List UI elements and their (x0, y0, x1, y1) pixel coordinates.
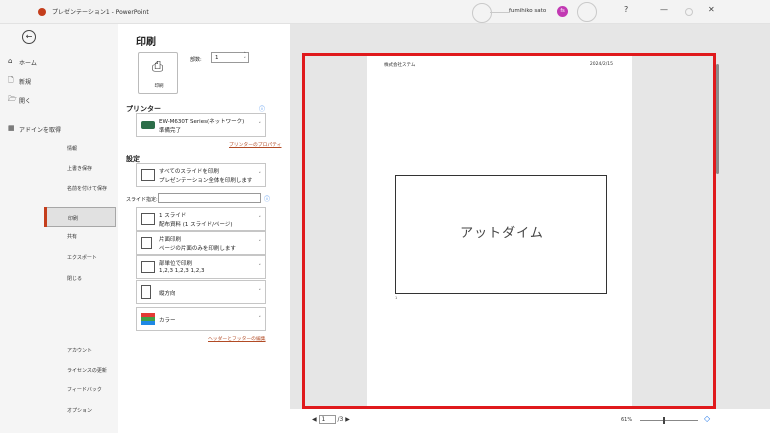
powerpoint-icon (38, 8, 46, 16)
sides-dropdown[interactable]: 片面印刷 ページの片面のみを印刷します ˅ (136, 231, 266, 255)
collate-icon (141, 261, 155, 273)
user-name[interactable]: fumihiko sato (509, 8, 546, 14)
page-title: 印刷 (136, 37, 156, 48)
nav-item-options[interactable]: オプション (67, 407, 92, 414)
collate-dropdown[interactable]: 部単位で印刷 1,2,3 1,2,3 1,2,3 ˅ (136, 255, 266, 279)
collate-title: 部単位で印刷 (159, 261, 193, 267)
color-icon (141, 313, 155, 325)
chevron-down-icon: ˅ (258, 122, 262, 128)
next-page-icon[interactable]: ▶ (345, 416, 350, 423)
folder-icon: 🗁 (8, 95, 17, 103)
info-icon[interactable]: ⓘ (264, 194, 270, 203)
close-icon[interactable]: ✕ (708, 5, 715, 14)
nav-item-save-as[interactable]: 名前を付けて保存 (67, 185, 107, 192)
zoom-level: 61% (621, 417, 633, 423)
chevron-down-icon: ˅ (258, 264, 262, 270)
page-total: /3 (337, 416, 344, 423)
layout-icon (141, 213, 155, 225)
nav-item-save[interactable]: 上書き保存 (67, 165, 92, 172)
spin-arrows-icon[interactable]: ˄ ˅ (244, 53, 247, 63)
page-navigator: ◀ 1 /3 ▶ (312, 415, 350, 424)
page-input[interactable]: 1 (318, 415, 336, 424)
nav-item-export[interactable]: エクスポート (67, 254, 97, 261)
collate-desc: 1,2,3 1,2,3 1,2,3 (159, 268, 205, 274)
slides-label: スライド指定: (126, 197, 158, 203)
chevron-down-icon: ˅ (258, 172, 262, 178)
nav-item-info[interactable]: 情報 (67, 145, 77, 152)
title-decoration (490, 12, 510, 13)
printer-dropdown[interactable]: EW-M630T Series(ネットワーク) 準備完了 ˅ (136, 113, 266, 137)
prev-page-icon[interactable]: ◀ (312, 416, 317, 423)
fit-page-icon[interactable]: ◇ (704, 414, 710, 423)
nav-item-label: 新規 (19, 79, 32, 86)
orientation-dropdown[interactable]: 縦方向 ˅ (136, 280, 266, 304)
scrollbar-thumb[interactable] (716, 64, 719, 174)
copies-value: 1 (215, 55, 219, 61)
layout-desc: 配布資料 (1 スライド/ページ) (159, 222, 233, 228)
slides-input[interactable] (158, 193, 261, 203)
printer-properties-link[interactable]: プリンターのプロパティ (229, 141, 281, 148)
layout-title: 1 スライド (159, 213, 187, 219)
addins-icon: ▦ (8, 124, 15, 132)
nav-item-label: ホーム (19, 60, 37, 67)
nav-item-print[interactable]: 印刷 (44, 207, 116, 227)
highlight-box (302, 53, 716, 409)
nav-item-label: 開く (19, 98, 32, 105)
zoom-slider[interactable] (640, 420, 698, 421)
sides-title: 片面印刷 (159, 237, 182, 243)
portrait-icon (141, 285, 151, 299)
color-dropdown[interactable]: カラー ˅ (136, 307, 266, 331)
layout-dropdown[interactable]: 1 スライド 配布資料 (1 スライド/ページ) ˅ (136, 207, 266, 231)
print-button[interactable]: ⎙ 印刷 (138, 52, 178, 94)
printer-icon: ⎙ (152, 59, 164, 75)
slides-icon (141, 169, 155, 181)
printer-status: 準備完了 (159, 128, 182, 134)
back-button[interactable]: ← (22, 30, 36, 44)
print-range-title: すべてのスライドを印刷 (159, 169, 219, 175)
window-title: プレゼンテーション1 - PowerPoint (52, 9, 149, 16)
chevron-down-icon: ˅ (258, 216, 262, 222)
chevron-down-icon: ˅ (258, 240, 262, 246)
header-footer-link[interactable]: ヘッダーとフッターの編集 (208, 335, 266, 342)
home-icon: ⌂ (8, 57, 13, 65)
nav-item-share[interactable]: 共有 (67, 233, 77, 240)
title-decoration (685, 8, 693, 16)
color-value: カラー (159, 318, 176, 324)
nav-item-account[interactable]: アカウント (67, 347, 92, 354)
nav-item-label: アドインを取得 (19, 127, 62, 134)
print-range-dropdown[interactable]: すべてのスライドを印刷 プレゼンテーション全体を印刷します ˅ (136, 163, 266, 187)
nav-item-feedback[interactable]: フィードバック (67, 386, 102, 393)
preview-status-bar: ◀ 1 /3 ▶ 61% ◇ (290, 409, 770, 433)
print-button-label: 印刷 (154, 84, 164, 89)
help-icon[interactable]: ? (624, 5, 628, 14)
one-sided-icon (141, 237, 152, 249)
chevron-down-icon: ˅ (258, 316, 262, 322)
info-icon[interactable]: ⓘ (259, 104, 265, 113)
printer-device-icon (141, 121, 155, 129)
nav-item-license[interactable]: ライセンスの更新 (67, 367, 107, 374)
nav-item-close[interactable]: 閉じる (67, 275, 82, 282)
chevron-down-icon: ˅ (258, 289, 262, 295)
backstage-nav: ← ⌂ ホーム 🗋 新規 🗁 開く ▦ アドインを取得 情報 上書き保存 名前を… (0, 24, 118, 433)
sides-desc: ページの片面のみを印刷します (159, 246, 236, 252)
title-decoration (577, 2, 597, 22)
copies-input[interactable]: 1 ˄ ˅ (211, 52, 249, 63)
avatar[interactable]: fs (557, 6, 568, 17)
print-range-desc: プレゼンテーション全体を印刷します (159, 178, 253, 184)
copies-label: 部数: (190, 57, 202, 63)
print-settings-panel: 印刷 ⎙ 印刷 部数: 1 ˄ ˅ プリンター ⓘ EW-M630T Series… (118, 24, 290, 433)
title-decoration (472, 3, 492, 23)
title-bar: プレゼンテーション1 - PowerPoint fumihiko sato fs… (0, 0, 770, 24)
printer-name: EW-M630T Series(ネットワーク) (159, 119, 245, 125)
minimize-icon[interactable]: — (660, 5, 668, 14)
zoom-slider-handle[interactable] (663, 417, 665, 424)
orientation-value: 縦方向 (159, 291, 176, 297)
new-file-icon: 🗋 (8, 76, 14, 84)
